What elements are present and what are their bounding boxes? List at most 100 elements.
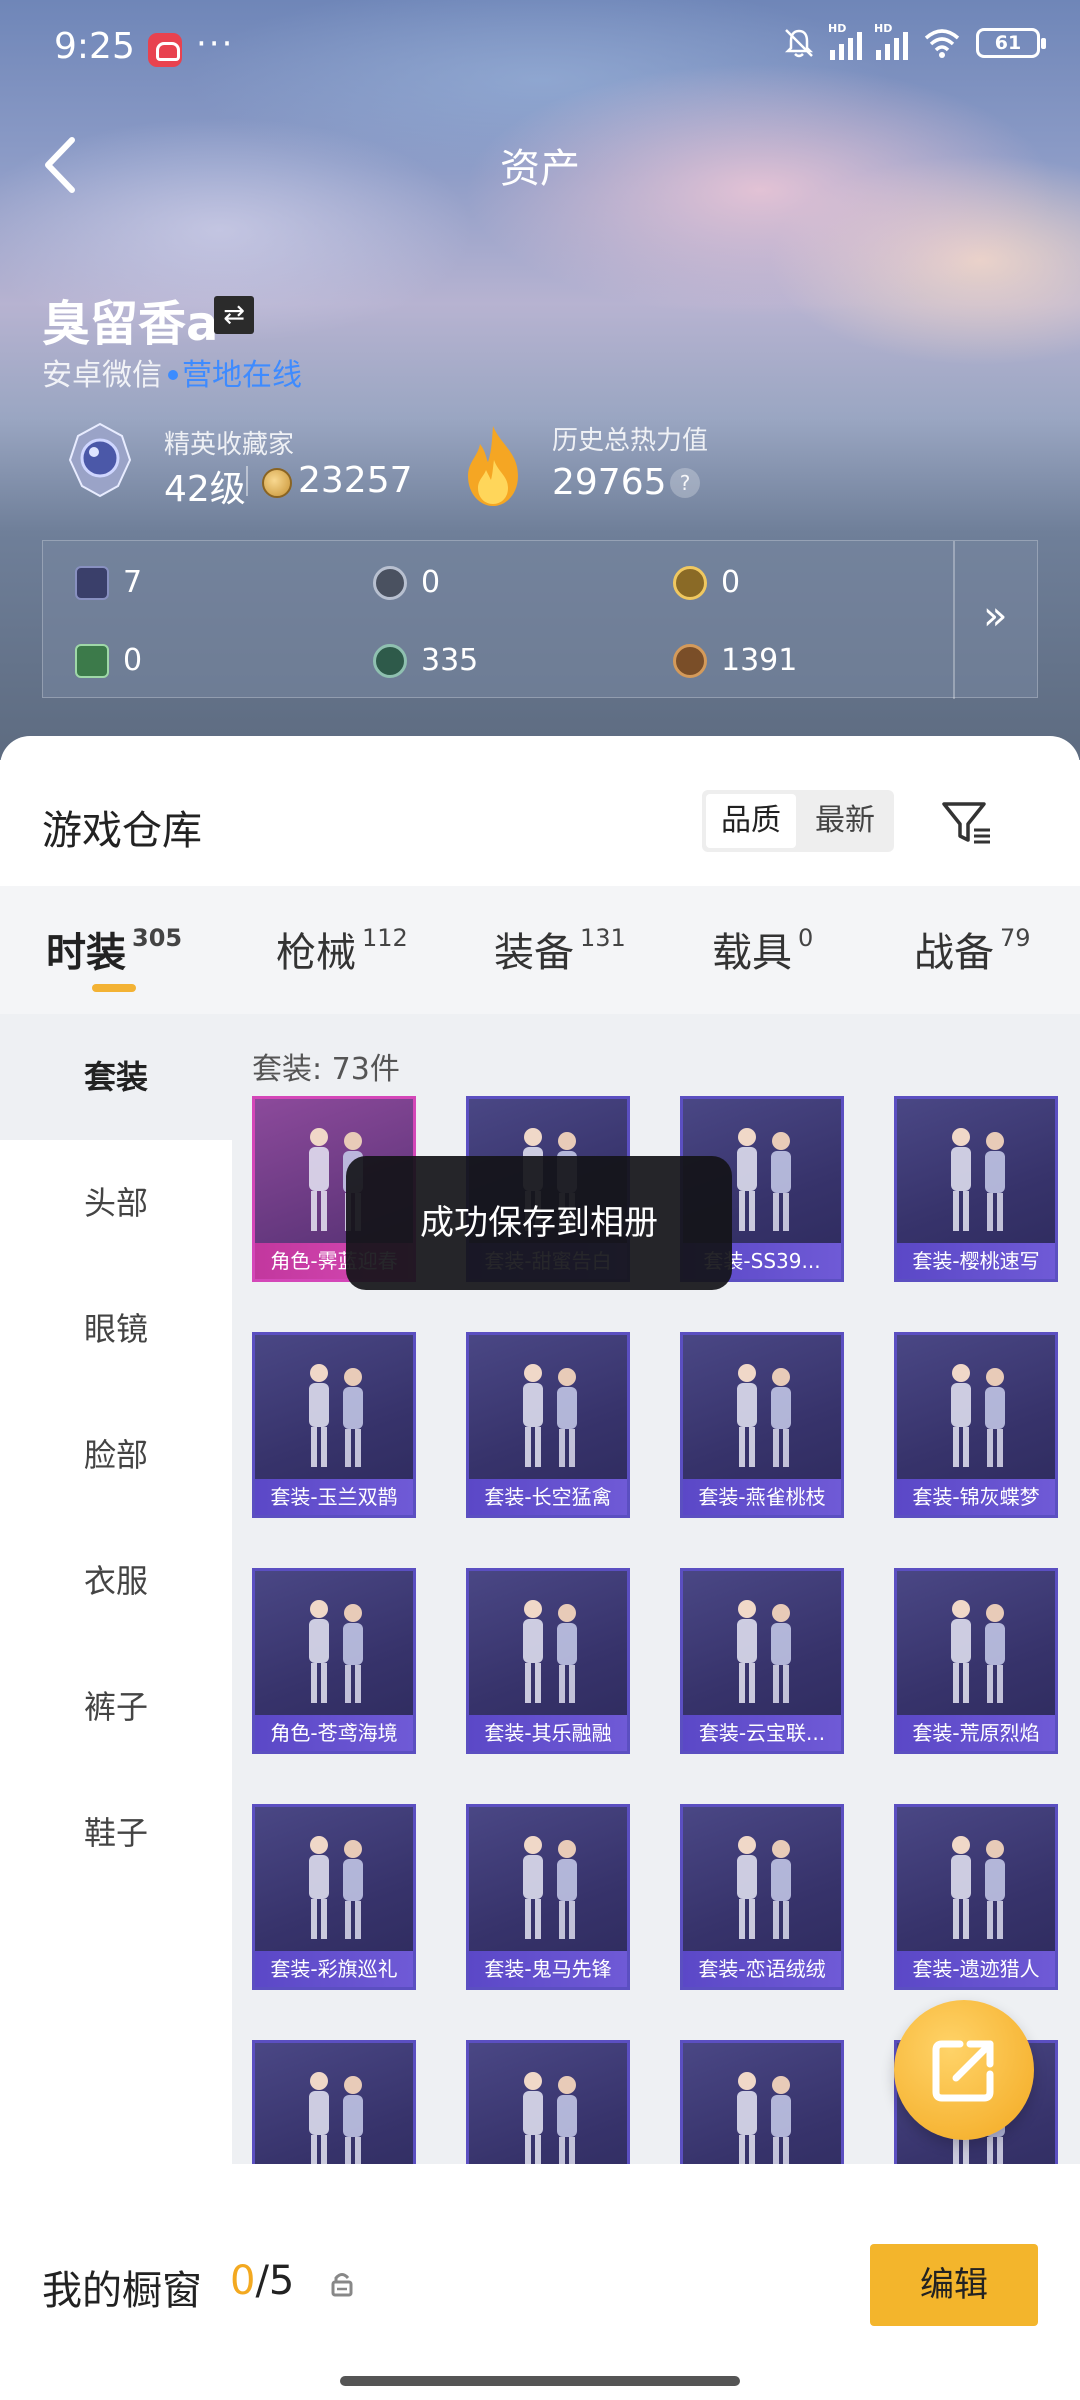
online-dot-icon	[168, 369, 178, 380]
outfit-figure-icon	[523, 1836, 577, 1939]
outfit-figure-icon	[951, 1128, 1005, 1231]
outfit-figure-icon	[737, 1364, 791, 1467]
outfit-figure-icon	[951, 1364, 1005, 1467]
outfit-name: 套装-鬼马先锋	[469, 1951, 627, 1987]
account-info: 安卓微信 营地在线	[42, 350, 302, 394]
page-title: 资产	[500, 146, 580, 192]
collector-level: 42级	[164, 469, 246, 510]
share-button[interactable]	[894, 2000, 1034, 2140]
outfit-figure-icon	[737, 1836, 791, 1939]
sort-newest-button[interactable]: 最新	[800, 794, 890, 848]
outfit-name: 套装-云宝联...	[683, 1715, 841, 1751]
tab-vehicles[interactable]: 载具 0	[712, 920, 813, 978]
card-icon	[75, 565, 109, 600]
tab-equipment[interactable]: 装备 131	[494, 920, 626, 978]
currency-item: 1391	[673, 643, 797, 678]
outfit-name: 套装-樱桃速写	[897, 1243, 1055, 1279]
currency-item: 0	[673, 565, 740, 600]
user-name: 臭留香a	[42, 296, 219, 352]
outfit-card[interactable]: 套装-彩旗巡礼	[252, 1804, 416, 1990]
expand-currencies-icon[interactable]: »	[983, 593, 1007, 639]
sidebar-item-head[interactable]: 头部	[0, 1140, 232, 1266]
outfit-figure-icon	[737, 2072, 791, 2164]
online-status: 营地在线	[182, 358, 302, 393]
currency-panel: 7 0 0 0 335 1391 »	[42, 540, 1038, 699]
outfit-name: 套装-遗迹猎人	[897, 1951, 1055, 1987]
item-count: 套装: 73件	[252, 1052, 400, 1087]
home-indicator[interactable]	[340, 2376, 740, 2386]
outfit-card[interactable]: 套装-云宝联...	[680, 1568, 844, 1754]
outfit-figure-icon	[523, 1600, 577, 1703]
lock-icon	[331, 2273, 353, 2297]
outfit-name: 套装-其乐融融	[469, 1715, 627, 1751]
outfit-figure-icon	[523, 2072, 577, 2164]
divider	[246, 466, 248, 496]
showcase-label: 我的橱窗	[42, 2268, 202, 2314]
outfit-card[interactable]: 套装-鬼马先锋	[466, 1804, 630, 1990]
outfit-card[interactable]: 套装-其乐融融	[466, 1568, 630, 1754]
filter-icon[interactable]	[938, 794, 994, 850]
outfit-figure-icon	[523, 1364, 577, 1467]
subcategory-sidebar: 套装 头部 眼镜 脸部 衣服 裤子 鞋子	[0, 1014, 232, 2164]
divider	[953, 541, 955, 699]
battery-icon: 61	[976, 28, 1046, 58]
outfit-card[interactable]: 套装-荒原烈焰	[894, 1568, 1058, 1754]
outfit-name: 套装-锦灰蝶梦	[897, 1479, 1055, 1515]
outfit-card[interactable]: 套装-恋语绒绒	[680, 1804, 844, 1990]
help-icon[interactable]: ?	[670, 468, 700, 498]
outfit-card[interactable]: 套装-迅捷龙虾	[680, 2040, 844, 2164]
signal-1-icon: HD	[828, 22, 862, 60]
coin-icon	[262, 468, 292, 498]
currency-item: 0	[373, 565, 440, 600]
toast-message: 成功保存到相册	[346, 1156, 732, 1290]
outfit-card[interactable]: 套装-遗迹猎人	[894, 1804, 1058, 1990]
sidebar-item-clothes[interactable]: 衣服	[0, 1518, 232, 1644]
green-gem-icon	[373, 643, 407, 678]
active-tab-indicator	[92, 984, 136, 992]
switch-account-icon[interactable]: ⇄	[214, 296, 254, 334]
outfit-name: 套装-燕雀桃枝	[683, 1479, 841, 1515]
outfit-figure-icon	[309, 1600, 363, 1703]
tab-fashion[interactable]: 时装 305	[46, 920, 182, 978]
outfit-card[interactable]: 套装-锦灰蝶梦	[894, 1332, 1058, 1518]
outfit-figure-icon	[951, 1836, 1005, 1939]
more-notifications-icon: ···	[196, 24, 235, 64]
edit-button[interactable]: 编辑	[870, 2244, 1038, 2326]
outfit-card[interactable]: 套装-长空猛禽	[466, 1332, 630, 1518]
heat-value: 29765	[552, 462, 667, 503]
outfit-name: 套装-恋语绒绒	[683, 1951, 841, 1987]
tab-supplies[interactable]: 战备 79	[914, 920, 1031, 978]
signal-2-icon: HD	[874, 22, 908, 60]
sidebar-item-pants[interactable]: 裤子	[0, 1644, 232, 1770]
silver-coin-icon	[373, 565, 407, 600]
flame-icon	[468, 426, 518, 506]
sidebar-item-face[interactable]: 脸部	[0, 1392, 232, 1518]
share-icon	[932, 2040, 994, 2102]
mute-bell-icon	[784, 29, 814, 58]
outfit-card[interactable]: 套装-燕雀桃枝	[680, 1332, 844, 1518]
showcase-count: 0/5	[230, 2258, 295, 2304]
platform-label: 安卓微信	[42, 358, 162, 393]
outfit-name: 角色-苍鸢海境	[255, 1715, 413, 1751]
wifi-icon	[924, 29, 960, 58]
coin-value: 23257	[298, 460, 413, 501]
status-time: 9:25	[54, 26, 135, 67]
sidebar-item-outfit[interactable]: 套装	[0, 1014, 232, 1140]
outfit-card[interactable]: 套装-樱桃速写	[894, 1096, 1058, 1282]
outfit-figure-icon	[309, 1364, 363, 1467]
sort-quality-button[interactable]: 品质	[706, 794, 796, 848]
category-tabs: 时装 305 枪械 112 装备 131 载具 0 战备 79	[0, 886, 1080, 1014]
outfit-card[interactable]: 角色-苍鸢海境	[252, 1568, 416, 1754]
outfit-name: 套装-长空猛禽	[469, 1479, 627, 1515]
outfit-name: 套装-玉兰双鹊	[255, 1479, 413, 1515]
outfit-figure-icon	[309, 2072, 363, 2164]
tab-weapons[interactable]: 枪械 112	[276, 920, 408, 978]
outfit-card[interactable]: 套装-玉兰双鹊	[252, 1332, 416, 1518]
sidebar-item-glasses[interactable]: 眼镜	[0, 1266, 232, 1392]
outfit-figure-icon	[951, 1600, 1005, 1703]
outfit-card[interactable]: 套装-竞技名士	[466, 2040, 630, 2164]
outfit-card[interactable]: 套装-SS38...	[252, 2040, 416, 2164]
heat-title: 历史总热力值	[552, 426, 709, 456]
outfit-figure-icon	[309, 1836, 363, 1939]
sidebar-item-shoes[interactable]: 鞋子	[0, 1770, 232, 1896]
